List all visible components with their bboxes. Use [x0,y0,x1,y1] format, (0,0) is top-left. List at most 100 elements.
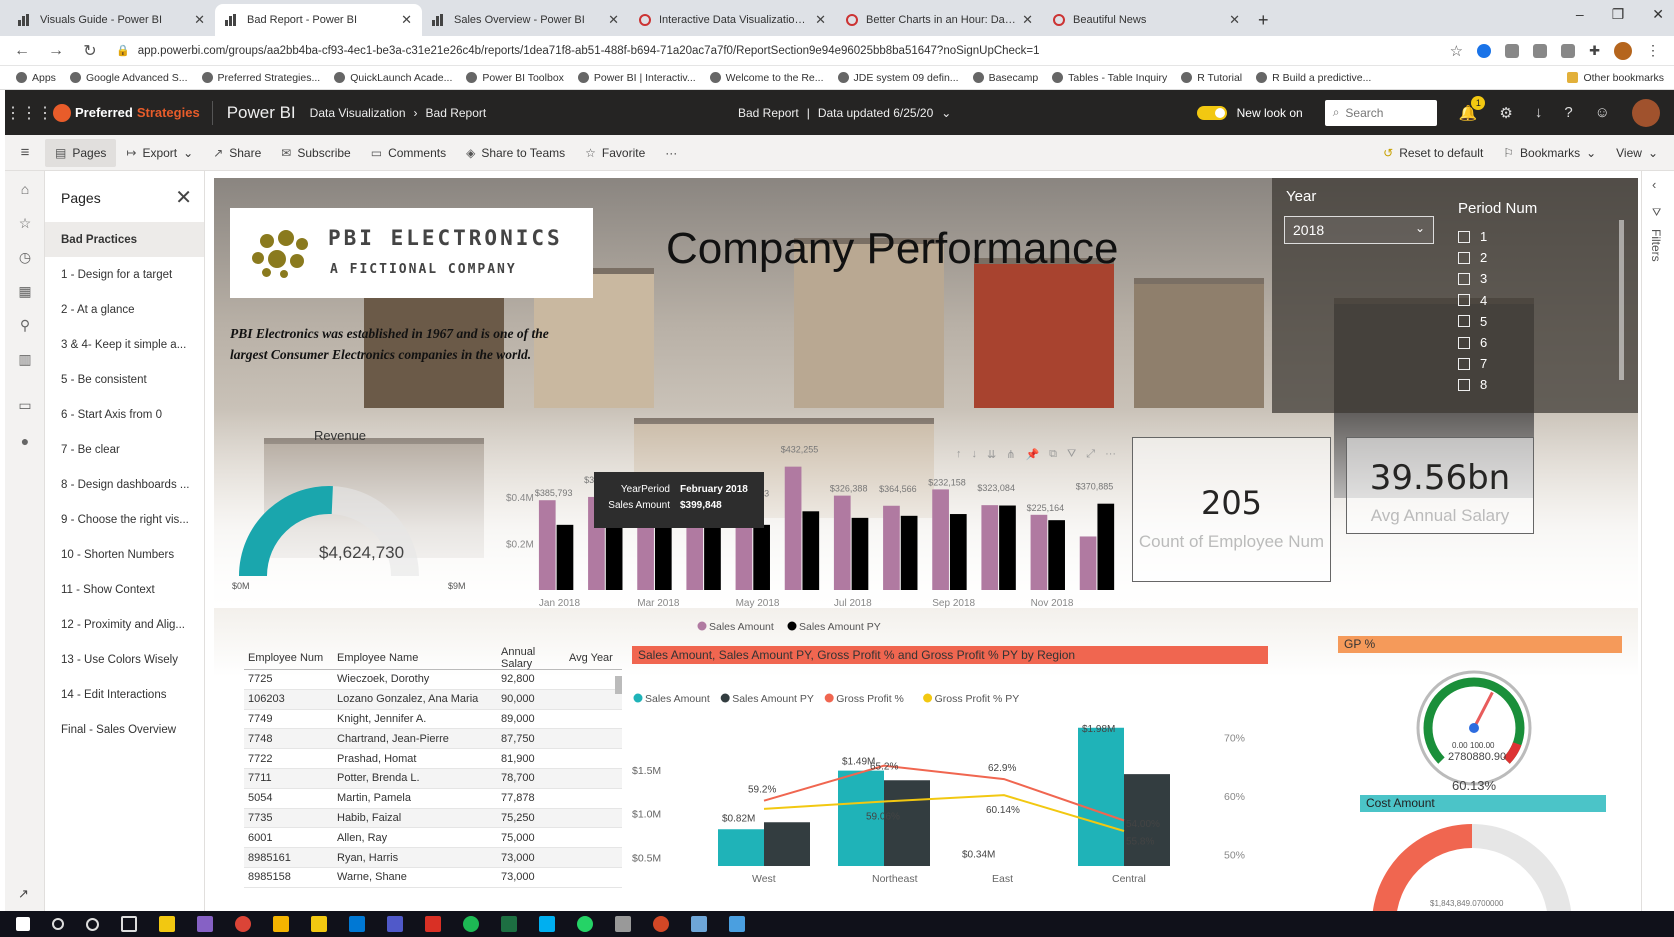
page-list-item[interactable]: 8 - Design dashboards ... [45,467,204,502]
sales-amount-bar[interactable] [784,466,802,590]
close-tab-icon[interactable]: ✕ [815,12,826,28]
skype-icon[interactable] [539,916,555,932]
sales-amount-py-bar[interactable] [1048,520,1065,590]
app-launcher-icon[interactable]: ⋮⋮⋮ [5,103,53,123]
learn-icon[interactable]: ▥ [5,351,45,368]
legend-label[interactable]: Gross Profit % [836,693,904,705]
shared-icon[interactable]: ⚲ [5,317,45,334]
teams-icon[interactable] [387,916,403,932]
period-checkbox-item[interactable]: 1 [1458,226,1487,247]
file-explorer-icon[interactable] [273,916,289,932]
revenue-gauge[interactable]: Revenue $4,624,730 $0M $9M [214,408,484,608]
checkbox[interactable] [1458,230,1470,243]
line-series[interactable] [763,794,1125,832]
sales-amount-bar[interactable] [538,500,556,590]
reload-icon[interactable]: ↻ [82,41,98,61]
hamburger-icon[interactable]: ≡ [5,144,45,161]
table-scrollbar[interactable] [615,676,622,694]
table-row[interactable]: 8985161 Ryan, Harris 73,000 [244,848,622,868]
sales-amount-py-bar[interactable] [884,780,930,866]
year-dropdown[interactable]: 2018 ⌄ [1284,216,1434,244]
legend-label[interactable]: Sales Amount PY [799,621,881,633]
sales-amount-py-bar[interactable] [704,524,721,590]
browser-tab[interactable]: Sales Overview - Power BI ✕ [422,4,629,36]
page-list-item[interactable]: 9 - Choose the right vis... [45,502,204,537]
app-name[interactable]: Power BI [213,103,310,123]
comments-button[interactable]: ▭ Comments [361,146,456,160]
sales-amount-py-bar[interactable] [900,515,918,590]
sales-amount-bar[interactable] [932,489,949,590]
back-icon[interactable]: ← [14,42,30,60]
cost-amount-donut[interactable]: $1,843,849.0700000 [1360,814,1606,911]
breadcrumb-workspace[interactable]: Data Visualization [310,106,406,120]
pdf-icon[interactable] [425,916,441,932]
sales-amount-bar[interactable] [1079,536,1097,590]
table-row[interactable]: 7748 Chartrand, Jean-Pierre 87,750 [244,729,622,750]
browser-tab[interactable]: Better Charts in an Hour: Data Vi ✕ [836,4,1043,36]
sales-amount-bar[interactable] [883,505,900,590]
legend-label[interactable]: Sales Amount [709,621,774,633]
page-list-item[interactable]: 3 & 4- Keep it simple a... [45,327,204,362]
new-look-toggle[interactable] [1196,105,1227,120]
visual-studio-icon[interactable] [197,916,213,932]
table-row[interactable]: 7711 Potter, Brenda L. 78,700 [244,768,622,789]
bookmark-item[interactable]: R Build a predictive... [1256,72,1371,84]
period-checkbox-item[interactable]: 3 [1458,268,1487,289]
search-box[interactable]: ⌕ Search [1324,99,1437,126]
column-header[interactable]: Employee Num [244,652,337,664]
extension-icon[interactable] [1477,43,1492,58]
legend-label[interactable]: Gross Profit % PY [935,693,1020,705]
whatsapp-icon[interactable] [577,916,593,932]
filters-pane-collapsed[interactable]: ‹ ⛛ Filters [1641,171,1674,911]
table-row[interactable]: 7722 Prashad, Homat 81,900 [244,749,622,769]
chevron-left-icon[interactable]: ‹ [1652,177,1656,192]
help-icon[interactable]: ? [1564,104,1572,121]
table-row[interactable]: 6001 Allen, Ray 75,000 [244,828,622,849]
sales-amount-py-bar[interactable] [802,511,820,590]
sales-amount-py-bar[interactable] [1097,503,1115,590]
new-tab-button[interactable]: + [1258,4,1269,36]
favorites-icon[interactable]: ☆ [5,215,45,232]
page-list-item[interactable]: 13 - Use Colors Wisely [45,642,204,677]
home-icon[interactable]: ⌂ [5,181,45,197]
employee-table[interactable]: Employee Num Employee Name Annual Salary… [244,646,622,911]
store-icon[interactable] [349,916,365,932]
cortana-icon[interactable] [86,917,99,931]
more-options-button[interactable]: ··· [655,146,687,160]
view-button[interactable]: View ⌄ [1606,146,1668,160]
region-combo-chart[interactable]: Sales Amount, Sales Amount PY, Gross Pro… [624,646,1284,911]
sales-amount-bar[interactable] [718,829,764,866]
export-button[interactable]: ↦ Export ⌄ [116,146,203,160]
extension-icon[interactable] [1533,43,1548,58]
table-row[interactable]: 7749 Knight, Jennifer A. 89,000 [244,710,622,730]
column-header[interactable]: Annual Salary [497,646,569,670]
menu-kebab-icon[interactable]: ⋮ [1646,42,1660,59]
page-list-item[interactable]: 12 - Proximity and Alig... [45,607,204,642]
bell-icon[interactable]: 🔔 1 [1459,95,1486,122]
windows-start-icon[interactable] [16,917,30,931]
monthly-sales-bar-chart[interactable]: $0.2M$0.4M$385,793$317,920$338,166$405,5… [484,440,1144,640]
recent-icon[interactable]: ◷ [5,249,45,266]
expand-arrow-icon[interactable]: ↗ [18,886,29,902]
chrome-icon[interactable] [235,916,251,932]
table-row[interactable]: 8985158 Warne, Shane 73,000 [244,868,622,888]
other-bookmarks[interactable]: Other bookmarks [1567,72,1664,84]
legend-label[interactable]: Sales Amount PY [732,693,814,705]
profile-avatar[interactable] [1614,41,1632,60]
checkbox[interactable] [1458,294,1470,307]
page-list-item[interactable]: 1 - Design for a target [45,257,204,292]
column-header[interactable]: Avg Year [569,652,622,664]
line-series[interactable] [763,764,1125,822]
bookmark-item[interactable]: Basecamp [972,72,1038,84]
share-to-teams-button[interactable]: ◈ Share to Teams [456,146,575,160]
smiley-icon[interactable]: ☺ [1595,104,1610,121]
bookmark-item[interactable]: Tables - Table Inquiry [1052,72,1167,84]
employee-count-card[interactable]: 205 Count of Employee Num [1132,437,1331,582]
sales-amount-py-bar[interactable] [999,505,1016,590]
sales-amount-bar[interactable] [833,495,851,590]
forward-icon[interactable]: → [48,42,64,60]
sales-amount-py-bar[interactable] [949,514,967,590]
checkbox[interactable] [1458,315,1470,328]
column-header[interactable]: Employee Name [337,652,497,664]
spotify-icon[interactable] [463,916,479,932]
